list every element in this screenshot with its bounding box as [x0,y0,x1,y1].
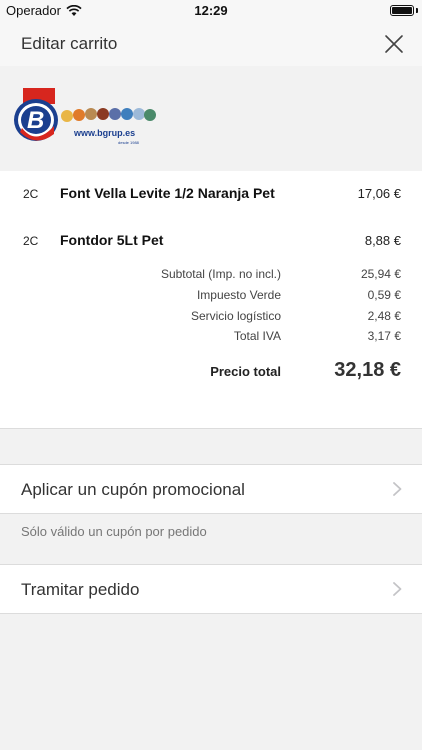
item-price: 17,06 € [357,186,401,201]
bgrup-logo: B www.bgrup.es desde 1988 [14,86,164,156]
cart-item-row[interactable]: 2C Fontdor 5Lt Pet 8,88 € [0,227,422,257]
summary-row-vat: Total IVA 3,17 € [0,329,422,347]
logo-url-text: www.bgrup.es [74,128,136,138]
summary-value: 25,94 € [360,267,401,281]
cart-item-row[interactable]: 2C Font Vella Levite 1/2 Naranja Pet 17,… [0,180,422,210]
summary-value: 0,59 € [367,288,401,302]
battery-icon [390,5,414,16]
battery-tip [416,8,418,13]
summary-label: Impuesto Verde [196,288,281,302]
svg-text:B: B [27,107,44,134]
summary-row-subtotal: Subtotal (Imp. no incl.) 25,94 € [0,267,422,285]
item-name: Font Vella Levite 1/2 Naranja Pet [60,185,275,201]
bgrup-logo-graphic: B [14,88,156,141]
order-summary-card: 2C Font Vella Levite 1/2 Naranja Pet 17,… [0,171,422,429]
status-bar: Operador 12:29 [0,0,422,22]
summary-row-green-tax: Impuesto Verde 0,59 € [0,288,422,306]
summary-value: 2,48 € [367,309,401,323]
item-quantity: 2C [23,234,39,248]
total-price: 32,18 € [334,359,401,381]
checkout-cell[interactable]: Tramitar pedido [0,564,422,614]
summary-label: Servicio logístico [190,309,281,323]
summary-row-logistics: Servicio logístico 2,48 € [0,309,422,327]
close-icon [385,35,403,53]
page-title: Editar carrito [21,34,118,53]
logo-since-text: desde 1988 [118,140,139,145]
item-quantity: 2C [23,187,39,201]
navigation-bar: Editar carrito [0,22,422,66]
summary-value: 3,17 € [367,329,401,343]
total-row: Precio total 32,18 € [0,358,422,386]
item-name: Fontdor 5Lt Pet [60,232,164,248]
close-button[interactable] [382,32,406,56]
checkout-label: Tramitar pedido [21,580,140,599]
chevron-right-icon [393,482,402,496]
apply-coupon-cell[interactable]: Aplicar un cupón promocional [0,464,422,514]
status-time: 12:29 [194,3,228,18]
summary-label: Subtotal (Imp. no incl.) [160,267,281,281]
coupon-note: Sólo válido un cupón por pedido [21,524,207,539]
apply-coupon-label: Aplicar un cupón promocional [21,480,245,499]
summary-label: Total IVA [233,329,281,343]
item-price: 8,88 € [364,233,401,248]
total-label: Precio total [210,364,281,379]
brand-header: B www.bgrup.es desde 1988 [0,66,422,172]
chevron-right-icon [393,582,402,596]
